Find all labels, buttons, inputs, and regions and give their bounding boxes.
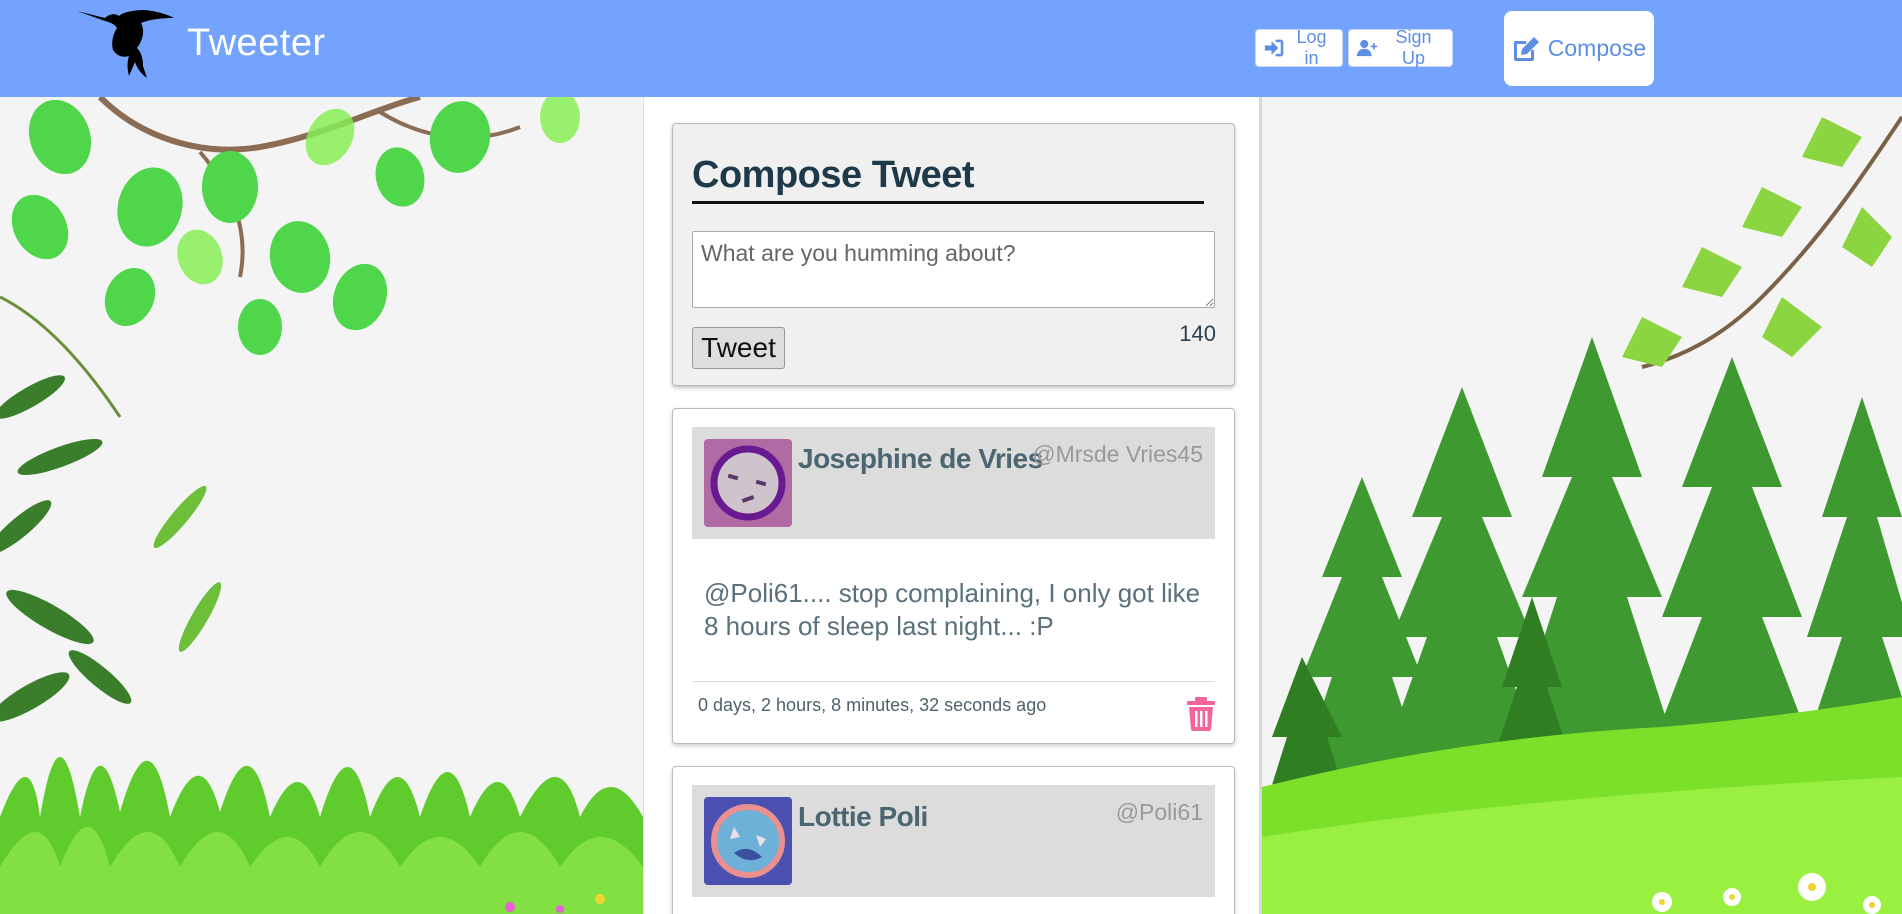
tweet-text: @Poli61.... stop complaining, I only got… [704,578,1201,641]
signup-button[interactable]: Sign Up [1348,27,1453,68]
blob-face-avatar-icon [704,797,792,885]
pine-trees-illustration [1262,115,1902,914]
tweet-submit-button[interactable]: Tweet [692,327,785,369]
tweet-text-input[interactable] [692,231,1215,308]
edit-square-icon [1513,36,1539,61]
avatar [704,439,792,527]
hummingbird-logo-icon[interactable] [75,8,175,80]
author-handle: @Mrsde Vries45 [1032,441,1203,467]
avatar [704,797,792,885]
sign-in-icon [1264,39,1284,57]
compose-tweet-form: Compose Tweet Tweet 140 [672,123,1235,386]
compose-button[interactable]: Compose [1504,11,1654,86]
top-navbar: Tweeter Log in Sign Up Compose [0,0,1902,97]
tweet-card: Josephine de Vries @Mrsde Vries45 @Poli6… [672,408,1235,744]
left-forest-background [0,97,643,914]
tweet-header: Josephine de Vries @Mrsde Vries45 [692,427,1215,539]
signup-label: Sign Up [1395,27,1432,68]
tweet-header: Lottie Poli @Poli61 [692,785,1215,897]
leaves-and-grass-illustration [0,97,643,914]
tweet-feed-column: Compose Tweet Tweet 140 Josephine de Vri… [643,97,1262,914]
tweet-card: Lottie Poli @Poli61 [672,766,1235,914]
character-counter: 140 [1179,321,1216,346]
user-plus-icon [1357,39,1378,57]
app-title[interactable]: Tweeter [187,22,326,65]
author-name: Lottie Poli [798,801,928,832]
login-button[interactable]: Log in [1255,27,1343,68]
tweet-timestamp: 0 days, 2 hours, 8 minutes, 32 seconds a… [698,695,1047,715]
author-name: Josephine de Vries [798,443,1043,474]
compose-heading: Compose Tweet [692,154,1204,204]
compose-label: Compose [1547,35,1647,61]
author-handle: @Poli61 [1115,799,1203,825]
right-forest-background [1262,97,1902,914]
tweet-divider [692,681,1215,682]
login-label: Log in [1296,27,1327,68]
sleepy-face-avatar-icon [704,439,792,527]
trash-icon[interactable] [1186,697,1216,731]
